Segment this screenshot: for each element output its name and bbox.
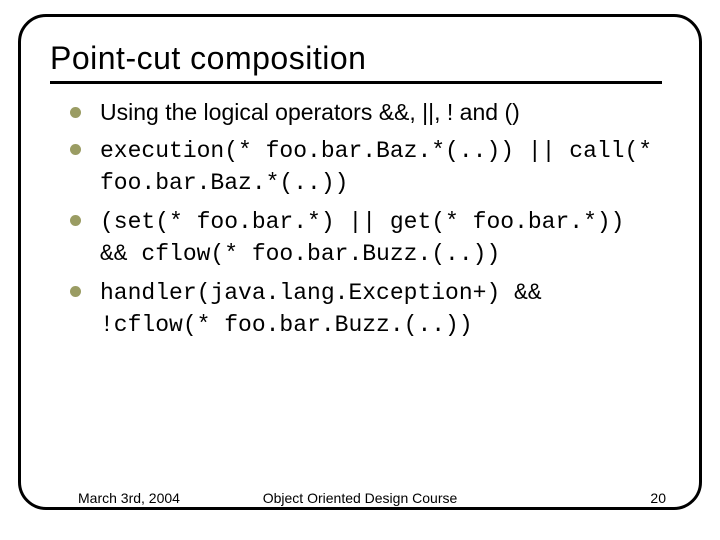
title-underline <box>50 81 662 84</box>
bullet-item: (set(* foo.bar.*) || get(* foo.bar.*)) &… <box>66 206 658 269</box>
slide: Point-cut composition Using the logical … <box>0 0 720 540</box>
bullet-item: execution(* foo.bar.Baz.*(..)) || call(*… <box>66 135 658 198</box>
footer-course: Object Oriented Design Course <box>263 490 458 506</box>
bullet-item: Using the logical operators &&, ||, ! an… <box>66 98 658 127</box>
slide-title: Point-cut composition <box>50 40 698 77</box>
bullet-item: handler(java.lang.Exception+) && !cflow(… <box>66 277 658 340</box>
bullet-text: (set(* foo.bar.*) || get(* foo.bar.*)) &… <box>100 209 625 266</box>
slide-footer: March 3rd, 2004 Object Oriented Design C… <box>0 490 720 506</box>
bullet-text: Using the logical operators &&, ||, ! an… <box>100 99 520 125</box>
footer-date: March 3rd, 2004 <box>78 490 180 506</box>
footer-page-number: 20 <box>650 490 666 506</box>
bullet-list: Using the logical operators &&, ||, ! an… <box>66 98 658 340</box>
bullet-text: execution(* foo.bar.Baz.*(..)) || call(*… <box>100 138 652 195</box>
slide-body: Using the logical operators &&, ||, ! an… <box>66 98 658 340</box>
bullet-text: handler(java.lang.Exception+) && !cflow(… <box>100 280 542 337</box>
